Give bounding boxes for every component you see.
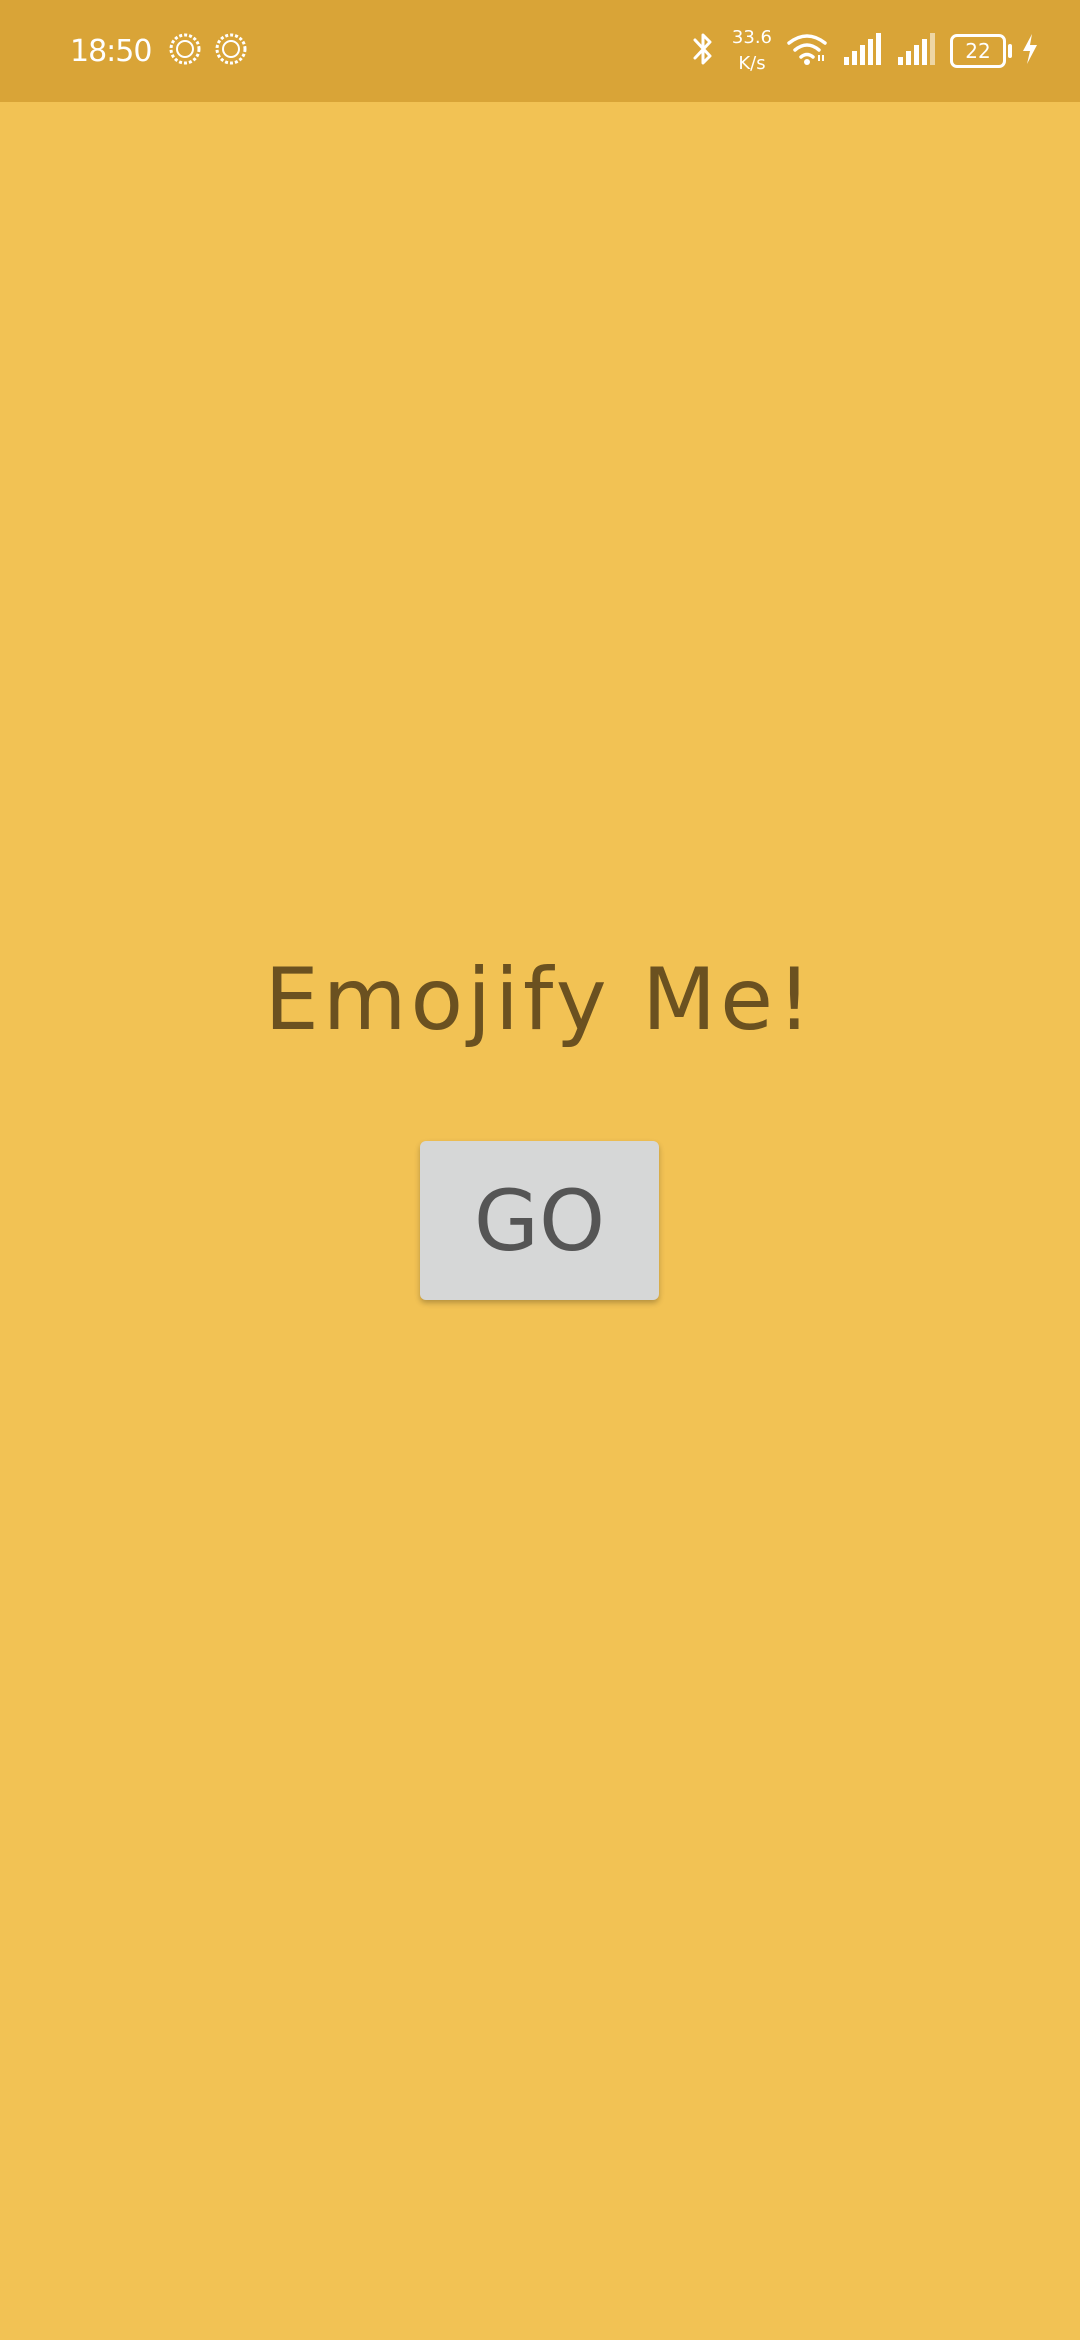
signal-icon — [842, 31, 882, 71]
network-speed-value: 33.6 — [731, 27, 772, 48]
network-speed-unit: K/s — [738, 53, 766, 74]
sync-status-icon — [167, 31, 203, 71]
network-speed: 33.6 K/s — [732, 25, 772, 77]
battery-level: 22 — [965, 39, 991, 63]
status-time: 18:50 — [70, 33, 152, 69]
app-title: Emojify Me! — [264, 950, 816, 1050]
status-left: 18:50 — [70, 0, 249, 102]
status-right: 33.6 K/s 22 — [688, 0, 1040, 102]
status-bar: 18:50 33.6 K/s 22 — [0, 0, 1080, 102]
charging-icon — [1020, 32, 1040, 70]
bluetooth-icon — [688, 29, 718, 73]
battery-indicator: 22 — [950, 34, 1012, 68]
signal-icon — [896, 31, 936, 71]
sync-status-icon — [213, 31, 249, 71]
go-button[interactable]: GO — [420, 1141, 659, 1300]
wifi-icon — [786, 31, 828, 71]
